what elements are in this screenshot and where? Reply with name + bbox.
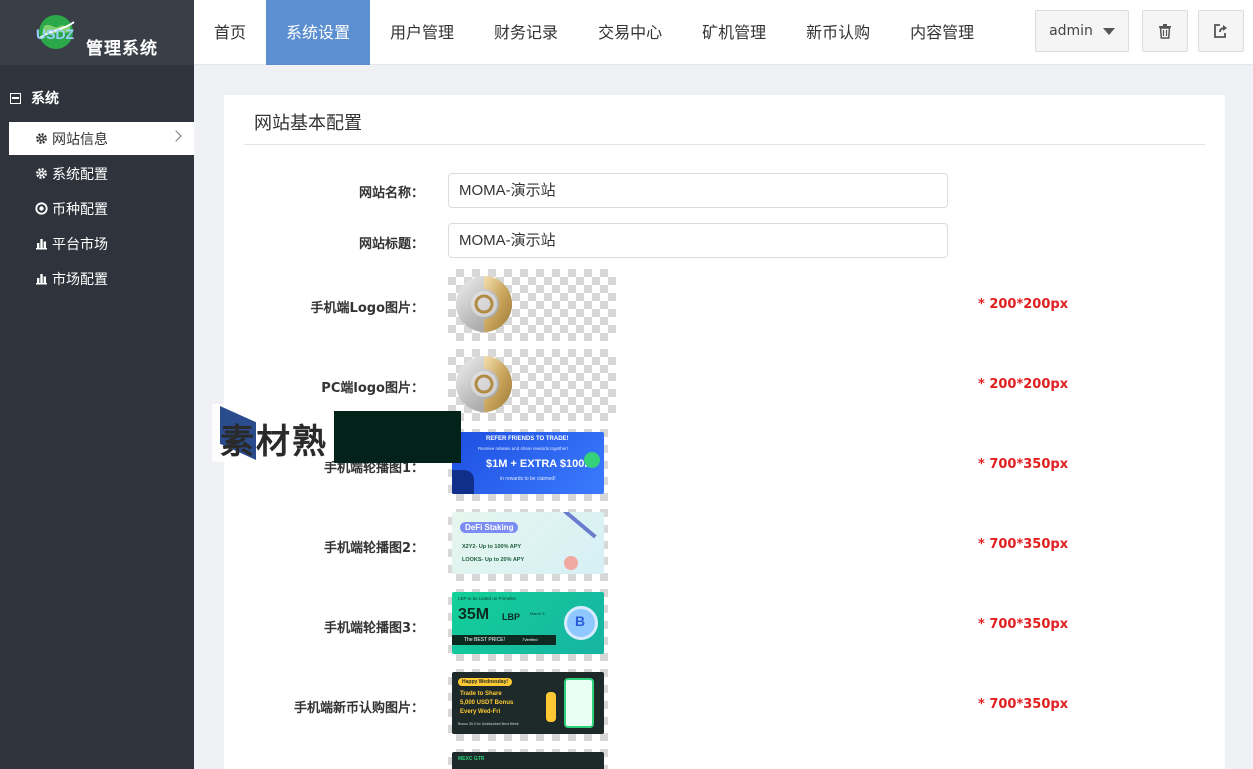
- banner4-line5: Bonus 30.0 for Undisturbed Next Week: [458, 722, 519, 726]
- banner1-line4: in rewards to be claimed!: [500, 476, 556, 482]
- logo-wordmark: USDZ: [36, 26, 75, 42]
- banner3-line3: LBP: [502, 612, 520, 622]
- panel-title: 网站基本配置: [254, 113, 362, 134]
- sidebar-group-label: 系统: [31, 91, 59, 107]
- banner4-phone: [564, 678, 594, 728]
- bar-chart-icon: [35, 237, 48, 250]
- nav-trading-center[interactable]: 交易中心: [578, 0, 682, 65]
- banner1-coin: [584, 452, 600, 468]
- collapse-icon: [10, 92, 21, 104]
- pc-logo-label: PC端logo图片：: [321, 381, 424, 396]
- nav-miner-management[interactable]: 矿机管理: [682, 0, 786, 65]
- logout-button[interactable]: [1198, 10, 1244, 52]
- banner1-upload[interactable]: REFER FRIENDS TO TRADE! Receive rebates …: [448, 429, 608, 501]
- sidebar-item-label: 平台市场: [52, 236, 108, 253]
- logout-icon: [1214, 24, 1227, 38]
- chevron-right-icon: [170, 130, 182, 142]
- banner5-line1: MEXC GTR: [458, 756, 485, 762]
- sidebar-item-site-info[interactable]: 网站信息: [9, 122, 194, 155]
- new-coin-image-upload[interactable]: Happy Wednesday! Trade to Share 5,000 US…: [448, 669, 608, 741]
- banner1-line3: $1M + EXTRA $100K: [486, 458, 593, 470]
- site-title-input[interactable]: MOMA-演示站: [448, 223, 948, 258]
- sidebar-item-coin-config[interactable]: 币种配置: [9, 192, 194, 225]
- banner3-line4: March 9: [530, 611, 545, 616]
- banner4-line4: Every Wed-Fri: [460, 709, 501, 715]
- nav-content-management[interactable]: 内容管理: [890, 0, 994, 65]
- panel-divider: [244, 144, 1205, 145]
- banner3-badge-letter: B: [575, 613, 586, 629]
- banner3-line2: 35M: [458, 606, 490, 623]
- nav-new-coin-subscription[interactable]: 新币认购: [786, 0, 890, 65]
- sidebar-item-label: 市场配置: [52, 271, 108, 288]
- banner2-size-hint: * 700*350px: [978, 537, 1069, 552]
- clear-cache-button[interactable]: [1142, 10, 1188, 52]
- nav-system-settings[interactable]: 系统设置: [266, 0, 371, 65]
- redaction-block: [334, 411, 461, 463]
- banner4-line1: Happy Wednesday!: [458, 678, 513, 686]
- banner2-line3: LOOKS- Up to 20% APY: [462, 557, 525, 563]
- sidebar-group-system[interactable]: 系统: [10, 88, 59, 108]
- gear-icon: [35, 167, 48, 180]
- site-name-label: 网站名称：: [358, 186, 424, 201]
- watermark-text: 素材熟: [220, 422, 328, 462]
- mobile-logo-size-hint: * 200*200px: [978, 297, 1069, 312]
- banner2-pickaxe: [563, 512, 597, 539]
- mobile-logo-label: 手机端Logo图片：: [310, 301, 424, 316]
- new-coin-image-label: 手机端新币认购图片：: [293, 701, 424, 716]
- banner4-line3: 5,000 USDT Bonus: [460, 700, 514, 706]
- sidebar-item-label: 网站信息: [52, 131, 108, 148]
- new-coin-image: Happy Wednesday! Trade to Share 5,000 US…: [452, 672, 604, 734]
- banner1-line1: REFER FRIENDS TO TRADE!: [486, 436, 569, 442]
- banner3-upload[interactable]: LBP to be Listed on Primelist 35M LBP Ma…: [448, 589, 608, 661]
- banner1-image: REFER FRIENDS TO TRADE! Receive rebates …: [452, 432, 604, 494]
- user-name: admin: [1049, 23, 1093, 39]
- logo-area[interactable]: USDZ 管理系统: [0, 0, 194, 65]
- user-menu-button[interactable]: admin: [1035, 10, 1129, 52]
- sidebar-item-system-config[interactable]: 系统配置: [9, 157, 194, 190]
- trash-icon: [1159, 24, 1171, 39]
- watermark: 素材熟: [212, 404, 332, 462]
- banner3-image: LBP to be Listed on Primelist 35M LBP Ma…: [452, 592, 604, 654]
- banner1-figure: [452, 470, 474, 494]
- banner3-line5: The BEST PRICE!: [452, 635, 556, 645]
- banner2-label: 手机端轮播图2：: [323, 541, 424, 556]
- banner3-line6: 7Verified: [522, 637, 538, 642]
- next-image-upload[interactable]: MEXC GTR: [448, 749, 608, 769]
- new-coin-image-size-hint: * 700*350px: [978, 697, 1069, 712]
- banner2-upload[interactable]: DeFi Staking X2Y2- Up to 100% APY LOOKS-…: [448, 509, 608, 581]
- banner3-label: 手机端轮播图3：: [323, 621, 424, 636]
- circle-dot-icon: [35, 202, 48, 215]
- nav-home[interactable]: 首页: [194, 0, 266, 65]
- mobile-logo-upload[interactable]: [448, 269, 616, 341]
- site-name-input[interactable]: MOMA-演示站: [448, 173, 948, 208]
- banner2-image: DeFi Staking X2Y2- Up to 100% APY LOOKS-…: [452, 512, 604, 574]
- sidebar: 系统 网站信息 系统配置 币种配置 平台市场 市场配置: [0, 65, 194, 769]
- banner4-figure: [546, 692, 556, 722]
- pc-logo-size-hint: * 200*200px: [978, 377, 1069, 392]
- site-title-label: 网站标题：: [358, 237, 424, 252]
- nav-finance-records[interactable]: 财务记录: [474, 0, 578, 65]
- gear-icon: [35, 132, 48, 145]
- pc-logo-upload[interactable]: [448, 349, 616, 421]
- nav-user-management[interactable]: 用户管理: [370, 0, 474, 65]
- banner4-line2: Trade to Share: [460, 691, 502, 697]
- sidebar-item-platform-market[interactable]: 平台市场: [9, 227, 194, 260]
- banner2-line2: X2Y2- Up to 100% APY: [462, 544, 522, 550]
- banner2-line1: DeFi Staking: [460, 522, 519, 533]
- caret-down-icon: [1102, 27, 1115, 35]
- banner1-size-hint: * 700*350px: [978, 457, 1069, 472]
- banner2-coin: [564, 556, 578, 570]
- sidebar-item-market-config[interactable]: 市场配置: [9, 262, 194, 295]
- banner3-line1: LBP to be Listed on Primelist: [458, 596, 516, 601]
- next-image: MEXC GTR: [452, 752, 604, 769]
- coin-logo-image: [456, 276, 512, 332]
- sidebar-item-label: 系统配置: [52, 166, 108, 183]
- app-name: 管理系统: [86, 39, 158, 59]
- main-nav: 首页 系统设置 用户管理 财务记录 交易中心 矿机管理 新币认购 内容管理: [194, 0, 994, 65]
- sidebar-item-label: 币种配置: [52, 201, 108, 218]
- bar-chart-icon: [35, 272, 48, 285]
- banner1-line2: Receive rebates and share rewards togeth…: [478, 446, 569, 451]
- banner3-size-hint: * 700*350px: [978, 617, 1069, 632]
- top-bar: USDZ 管理系统 首页 系统设置 用户管理 财务记录 交易中心 矿机管理 新币…: [0, 0, 1253, 65]
